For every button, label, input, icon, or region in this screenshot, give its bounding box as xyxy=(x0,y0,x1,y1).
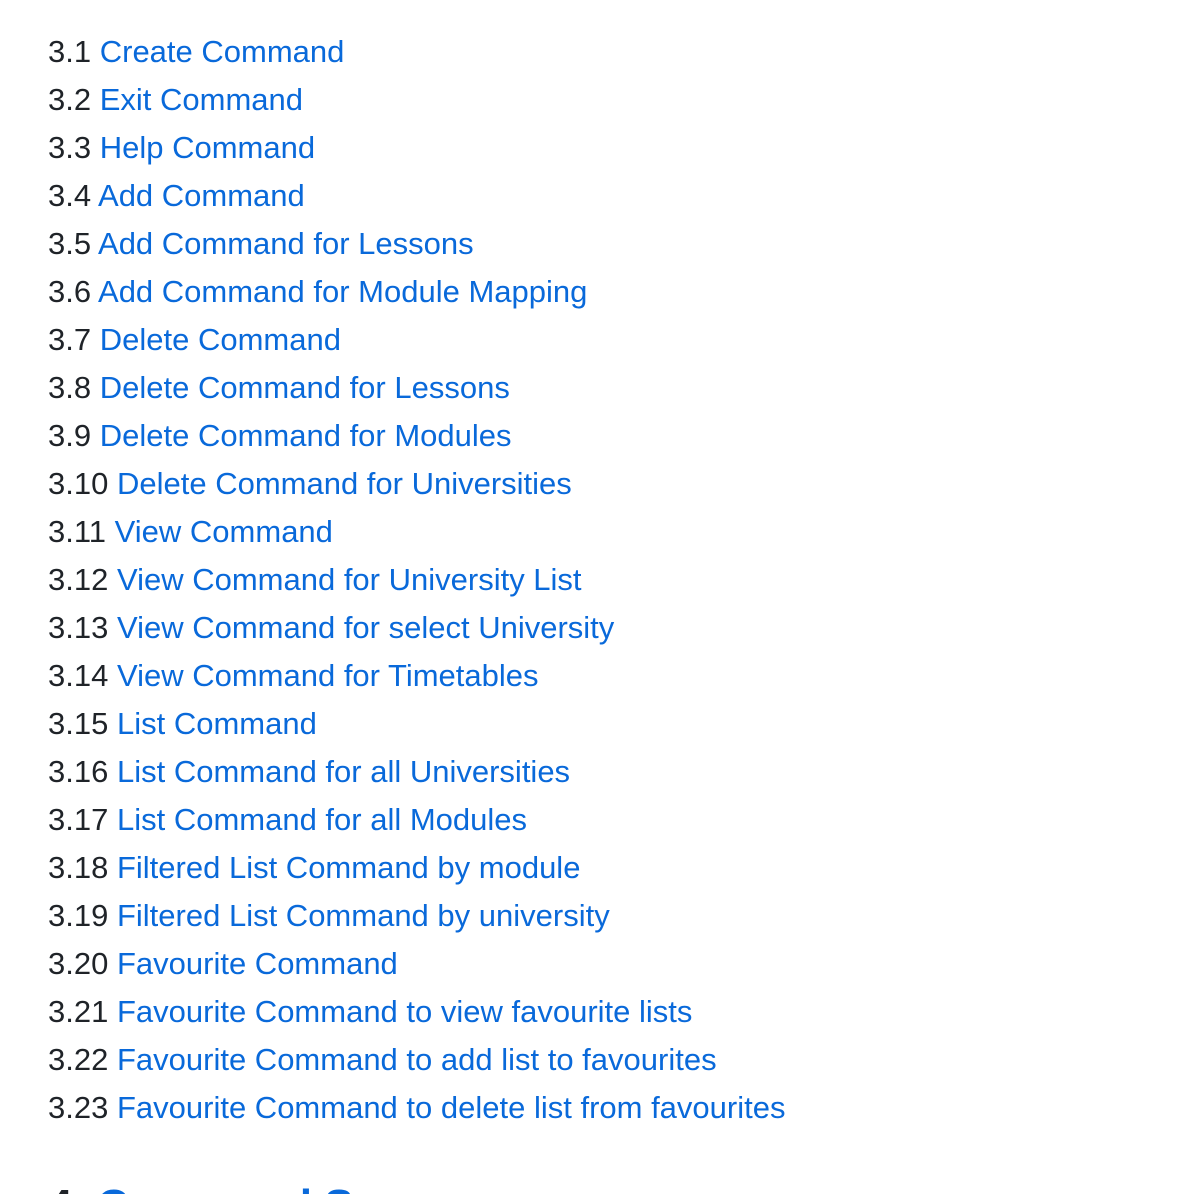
toc-item-link[interactable]: Filtered List Command by module xyxy=(117,850,580,885)
toc-item-link[interactable]: Delete Command xyxy=(100,322,341,357)
toc-item: 3.11 View Command xyxy=(48,508,785,556)
table-of-contents: 3.1 Create Command 3.2 Exit Command 3.3 He… xyxy=(48,28,785,1132)
toc-item: 3.16 List Command for all Universities xyxy=(48,748,785,796)
toc-item: 3.15 List Command xyxy=(48,700,785,748)
toc-item: 3.12 View Command for University List xyxy=(48,556,785,604)
toc-item-number: 3.20 xyxy=(48,946,109,981)
toc-item-link[interactable]: Favourite Command xyxy=(117,946,398,981)
toc-item-number: 3.2 xyxy=(48,82,92,117)
toc-item-link[interactable]: Add Command xyxy=(98,178,305,213)
toc-item: 3.20 Favourite Command xyxy=(48,940,785,988)
toc-item-number: 3.23 xyxy=(48,1090,109,1125)
toc-item-link[interactable]: List Command for all Universities xyxy=(117,754,570,789)
toc-item-link[interactable]: View Command for select University xyxy=(117,610,614,645)
section-number: 4. xyxy=(48,1181,85,1194)
toc-item-link[interactable]: Help Command xyxy=(100,130,315,165)
toc-item-number: 3.7 xyxy=(48,322,92,357)
toc-item-link[interactable]: View Command for University List xyxy=(117,562,582,597)
toc-item: 3.17 List Command for all Modules xyxy=(48,796,785,844)
toc-item-link[interactable]: Favourite Command to add list to favouri… xyxy=(117,1042,717,1077)
toc-item: 3.5 Add Command for Lessons xyxy=(48,220,785,268)
toc-item: 3.21 Favourite Command to view favourite… xyxy=(48,988,785,1036)
toc-item-number: 3.9 xyxy=(48,418,92,453)
toc-item-number: 3.13 xyxy=(48,610,109,645)
toc-item-number: 3.19 xyxy=(48,898,109,933)
toc-item-link[interactable]: Add Command for Module Mapping xyxy=(98,274,587,309)
toc-item: 3.10 Delete Command for Universities xyxy=(48,460,785,508)
toc-item-number: 3.21 xyxy=(48,994,109,1029)
toc-item: 3.8 Delete Command for Lessons xyxy=(48,364,785,412)
next-section-heading: 4. Command S xyxy=(48,1176,354,1194)
toc-item-link[interactable]: Favourite Command to delete list from fa… xyxy=(117,1090,786,1125)
toc-item-number: 3.16 xyxy=(48,754,109,789)
toc-item-number: 3.11 xyxy=(48,514,107,549)
toc-item-link[interactable]: Delete Command for Universities xyxy=(117,466,572,501)
toc-item: 3.14 View Command for Timetables xyxy=(48,652,785,700)
toc-item-link[interactable]: Exit Command xyxy=(100,82,303,117)
toc-item-link[interactable]: View Command for Timetables xyxy=(117,658,539,693)
section-link[interactable]: Command S xyxy=(97,1181,354,1194)
toc-item-link[interactable]: List Command for all Modules xyxy=(117,802,527,837)
toc-item-number: 3.8 xyxy=(48,370,92,405)
toc-item-number: 3.5 xyxy=(48,226,92,261)
toc-item-link[interactable]: Add Command for Lessons xyxy=(98,226,474,261)
toc-item-link[interactable]: Create Command xyxy=(100,34,345,69)
toc-item-link[interactable]: Filtered List Command by university xyxy=(117,898,610,933)
toc-item: 3.4 Add Command xyxy=(48,172,785,220)
toc-item-number: 3.22 xyxy=(48,1042,109,1077)
toc-item-number: 3.12 xyxy=(48,562,109,597)
toc-item-number: 3.14 xyxy=(48,658,109,693)
toc-item-number: 3.6 xyxy=(48,274,92,309)
toc-item-number: 3.1 xyxy=(48,34,92,69)
toc-item: 3.6 Add Command for Module Mapping xyxy=(48,268,785,316)
toc-item-number: 3.18 xyxy=(48,850,109,885)
toc-item: 3.9 Delete Command for Modules xyxy=(48,412,785,460)
toc-item-number: 3.17 xyxy=(48,802,109,837)
toc-item-link[interactable]: Delete Command for Modules xyxy=(100,418,512,453)
toc-item-number: 3.10 xyxy=(48,466,109,501)
toc-item: 3.13 View Command for select University xyxy=(48,604,785,652)
toc-item-number: 3.4 xyxy=(48,178,92,213)
toc-item: 3.2 Exit Command xyxy=(48,76,785,124)
toc-item-link[interactable]: View Command xyxy=(115,514,333,549)
toc-item: 3.23 Favourite Command to delete list fr… xyxy=(48,1084,785,1132)
toc-item: 3.1 Create Command xyxy=(48,28,785,76)
toc-item: 3.19 Filtered List Command by university xyxy=(48,892,785,940)
toc-item-number: 3.3 xyxy=(48,130,92,165)
toc-item-number: 3.15 xyxy=(48,706,109,741)
toc-item-link[interactable]: List Command xyxy=(117,706,317,741)
toc-item-link[interactable]: Delete Command for Lessons xyxy=(100,370,510,405)
toc-item: 3.3 Help Command xyxy=(48,124,785,172)
toc-item-link[interactable]: Favourite Command to view favourite list… xyxy=(117,994,692,1029)
toc-item: 3.7 Delete Command xyxy=(48,316,785,364)
toc-item: 3.22 Favourite Command to add list to fa… xyxy=(48,1036,785,1084)
toc-item: 3.18 Filtered List Command by module xyxy=(48,844,785,892)
